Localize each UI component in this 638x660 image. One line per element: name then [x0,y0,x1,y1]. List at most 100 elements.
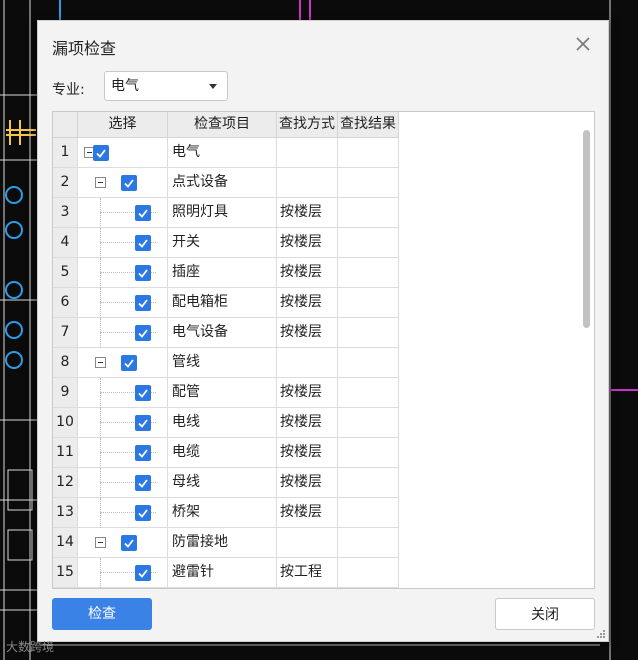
check-item-cell[interactable]: 配电箱柜 [168,288,277,318]
check-item-cell[interactable]: 母线 [168,468,277,498]
tree-guide-line [100,228,101,258]
select-cell [78,138,168,168]
check-item-cell[interactable]: 开关 [168,228,277,258]
close-icon[interactable] [572,33,594,55]
checkbox[interactable] [135,265,151,281]
checkbox[interactable] [135,205,151,221]
check-item-cell[interactable]: 照明灯具 [168,198,277,228]
collapse-icon[interactable] [95,537,106,548]
checkbox[interactable] [121,355,137,371]
checkbox[interactable] [121,175,137,191]
find-method-cell[interactable]: 按楼层 [277,228,338,258]
check-button[interactable]: 检查 [52,598,152,630]
find-method-cell[interactable] [277,528,338,558]
row-number: 11 [53,438,78,468]
find-method-cell[interactable]: 按楼层 [277,198,338,228]
select-cell [78,258,168,288]
check-item-cell[interactable]: 管线 [168,348,277,378]
find-method-cell[interactable] [277,138,338,168]
table-row[interactable]: 12 母线 按楼层 [53,468,399,498]
find-method-cell[interactable]: 按楼层 [277,288,338,318]
table-row[interactable]: 6 配电箱柜 按楼层 [53,288,399,318]
table-row[interactable]: 14 防雷接地 [53,528,399,558]
checkbox[interactable] [135,505,151,521]
tree-guide-line [100,468,101,498]
row-number: 4 [53,228,78,258]
checkmark-icon [96,149,106,158]
checkbox[interactable] [135,325,151,341]
check-item-cell[interactable]: 避雷针 [168,558,277,588]
select-cell [78,348,168,378]
row-number: 7 [53,318,78,348]
chevron-down-icon [209,84,217,89]
table-row[interactable]: 9 配管 按楼层 [53,378,399,408]
table-row[interactable]: 4 开关 按楼层 [53,228,399,258]
select-cell [78,438,168,468]
select-cell [78,288,168,318]
select-cell [78,528,168,558]
resize-grip-icon[interactable] [596,629,605,638]
check-item-cell[interactable]: 插座 [168,258,277,288]
watermark-text: 大数跨境 [6,640,55,654]
row-number: 5 [53,258,78,288]
check-item-cell[interactable]: 电缆 [168,438,277,468]
table-row[interactable]: 1 电气 [53,138,399,168]
check-items-grid: 选择 检查项目 查找方式 查找结果 1 电气 2 点式设备 3 照明灯具 按楼层 4 开关 按楼层… [52,111,595,589]
find-method-cell[interactable] [277,168,338,198]
close-button[interactable]: 关闭 [495,598,595,630]
table-row[interactable]: 7 电气设备 按楼层 [53,318,399,348]
checkbox[interactable] [135,415,151,431]
checkbox[interactable] [121,535,137,551]
check-item-cell[interactable]: 配管 [168,378,277,408]
find-method-cell[interactable] [277,348,338,378]
vertical-scrollbar[interactable] [583,130,590,328]
checkmark-icon [138,419,148,428]
header-select[interactable]: 选择 [78,112,168,138]
find-method-cell[interactable]: 按楼层 [277,498,338,528]
row-number: 12 [53,468,78,498]
header-find-result[interactable]: 查找结果 [338,112,399,138]
checkbox[interactable] [135,475,151,491]
checkbox[interactable] [93,145,109,161]
tree-guide-line [100,198,101,228]
find-result-cell [338,558,399,588]
find-method-cell[interactable]: 按楼层 [277,438,338,468]
check-item-cell[interactable]: 点式设备 [168,168,277,198]
checkbox[interactable] [135,565,151,581]
check-item-cell[interactable]: 电气设备 [168,318,277,348]
row-number: 15 [53,558,78,588]
table-row[interactable]: 11 电缆 按楼层 [53,438,399,468]
find-method-cell[interactable]: 按楼层 [277,378,338,408]
collapse-icon[interactable] [95,177,106,188]
table-row[interactable]: 5 插座 按楼层 [53,258,399,288]
tree-guide-line [100,438,101,468]
header-check-item[interactable]: 检查项目 [168,112,277,138]
find-result-cell [338,378,399,408]
check-item-cell[interactable]: 电气 [168,138,277,168]
find-method-cell[interactable]: 按楼层 [277,468,338,498]
checkbox[interactable] [135,295,151,311]
select-cell [78,168,168,198]
table-row[interactable]: 15 避雷针 按工程 [53,558,399,588]
checkbox[interactable] [135,235,151,251]
find-method-cell[interactable]: 按楼层 [277,258,338,288]
checkbox[interactable] [135,445,151,461]
table-row[interactable]: 3 照明灯具 按楼层 [53,198,399,228]
table-row[interactable]: 10 电线 按楼层 [53,408,399,438]
collapse-icon[interactable] [95,357,106,368]
check-item-cell[interactable]: 电线 [168,408,277,438]
select-cell [78,378,168,408]
check-item-cell[interactable]: 防雷接地 [168,528,277,558]
table-row[interactable]: 8 管线 [53,348,399,378]
find-result-cell [338,408,399,438]
check-item-cell[interactable]: 桥架 [168,498,277,528]
checkbox[interactable] [135,385,151,401]
table-row[interactable]: 2 点式设备 [53,168,399,198]
specialty-select[interactable]: 电气 [104,71,228,101]
find-method-cell[interactable]: 按工程 [277,558,338,588]
header-find-method[interactable]: 查找方式 [277,112,338,138]
table-row[interactable]: 13 桥架 按楼层 [53,498,399,528]
find-method-cell[interactable]: 按楼层 [277,408,338,438]
find-result-cell [338,168,399,198]
find-method-cell[interactable]: 按楼层 [277,318,338,348]
